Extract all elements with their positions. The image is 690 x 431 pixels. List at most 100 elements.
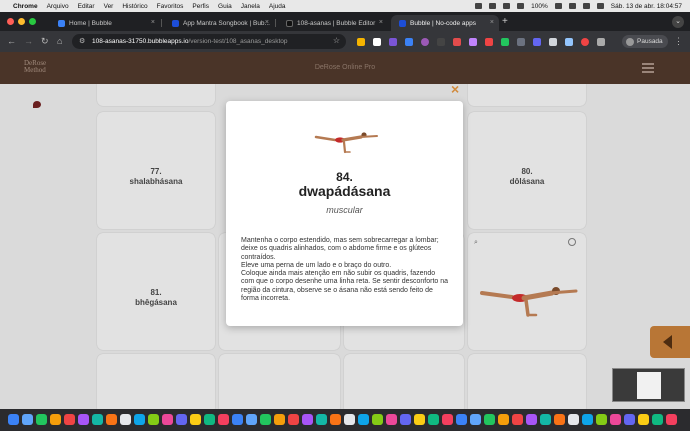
dock-app-icon[interactable]: [50, 414, 61, 425]
home-icon[interactable]: ⌂: [57, 36, 62, 46]
menu-item-janela[interactable]: Janela: [241, 3, 260, 10]
dock-app-icon[interactable]: [148, 414, 159, 425]
dock-app-icon[interactable]: [470, 414, 481, 425]
menu-item-guia[interactable]: Guia: [218, 3, 232, 10]
dock-app-icon[interactable]: [400, 414, 411, 425]
extension-icon[interactable]: [485, 38, 493, 46]
new-tab-button[interactable]: +: [502, 16, 508, 27]
dock-app-icon[interactable]: [120, 414, 131, 425]
dock-app-icon[interactable]: [428, 414, 439, 425]
tab-mantra-songbook[interactable]: App Mantra Songbook | Bub... ×: [164, 15, 274, 31]
back-icon[interactable]: ←: [7, 36, 16, 46]
dock-app-icon[interactable]: [582, 414, 593, 425]
dock-app-icon[interactable]: [64, 414, 75, 425]
wifi-icon[interactable]: [568, 3, 576, 9]
dock-app-icon[interactable]: [414, 414, 425, 425]
dock-app-icon[interactable]: [610, 414, 621, 425]
extension-icon[interactable]: [389, 38, 397, 46]
extensions-puzzle-icon[interactable]: [597, 38, 605, 46]
dock-app-icon[interactable]: [638, 414, 649, 425]
extension-icon[interactable]: [549, 38, 557, 46]
dock-app-icon[interactable]: [358, 414, 369, 425]
dock-app-icon[interactable]: [568, 414, 579, 425]
dock-app-icon[interactable]: [92, 414, 103, 425]
dock-app-icon[interactable]: [666, 414, 677, 425]
extension-icon[interactable]: [405, 38, 413, 46]
asana-card-80[interactable]: 80. dôlásana: [468, 112, 586, 229]
bookmark-star-icon[interactable]: ☆: [333, 36, 340, 45]
dock-app-icon[interactable]: [218, 414, 229, 425]
asana-card-81[interactable]: 81. bhêgásana: [97, 233, 215, 350]
bluetooth-icon[interactable]: [517, 3, 525, 9]
dock-app-icon[interactable]: [8, 414, 19, 425]
asana-card[interactable]: [468, 84, 586, 106]
close-modal-button[interactable]: ×: [451, 82, 459, 96]
extension-icon[interactable]: [469, 38, 477, 46]
site-info-icon[interactable]: ⚙: [79, 37, 85, 45]
dock-app-icon[interactable]: [442, 414, 453, 425]
clock[interactable]: Sáb. 13 de abr. 18:04:57: [611, 3, 682, 10]
dock-app-icon[interactable]: [36, 414, 47, 425]
address-bar[interactable]: ⚙ 108-asanas-31750.bubbleapps.io/version…: [72, 34, 346, 49]
menu-item-ajuda[interactable]: Ajuda: [269, 3, 286, 10]
dock-app-icon[interactable]: [302, 414, 313, 425]
zoom-icon[interactable]: ⌕: [474, 239, 478, 247]
menu-app-name[interactable]: Chrome: [13, 3, 38, 10]
dock-app-icon[interactable]: [204, 414, 215, 425]
dock-app-icon[interactable]: [134, 414, 145, 425]
menu-item-historico[interactable]: Histórico: [122, 3, 147, 10]
dock-app-icon[interactable]: [372, 414, 383, 425]
extension-icon[interactable]: [357, 38, 365, 46]
asana-card[interactable]: [344, 354, 464, 409]
dock-app-icon[interactable]: [274, 414, 285, 425]
dock-app-icon[interactable]: [624, 414, 635, 425]
extension-icon[interactable]: [501, 38, 509, 46]
dock-app-icon[interactable]: [190, 414, 201, 425]
extension-icon[interactable]: [453, 38, 461, 46]
extension-icon[interactable]: [421, 38, 429, 46]
menu-item-arquivo[interactable]: Arquivo: [47, 3, 69, 10]
chrome-menu-icon[interactable]: ⋮: [674, 36, 683, 47]
search-icon[interactable]: [582, 3, 590, 9]
tab-search-button[interactable]: ⌄: [672, 16, 684, 28]
asana-card[interactable]: [97, 84, 215, 106]
control-center-icon[interactable]: [596, 3, 604, 9]
dock-app-icon[interactable]: [344, 414, 355, 425]
dock-app-icon[interactable]: [176, 414, 187, 425]
dock-app-icon[interactable]: [526, 414, 537, 425]
forward-icon[interactable]: →: [24, 36, 33, 46]
asana-card[interactable]: [97, 354, 215, 409]
dock-app-icon[interactable]: [554, 414, 565, 425]
extension-icon[interactable]: [517, 38, 525, 46]
menu-item-editar[interactable]: Editar: [78, 3, 95, 10]
asana-card-84[interactable]: [468, 233, 586, 350]
dock-app-icon[interactable]: [246, 414, 257, 425]
dock-app-icon[interactable]: [260, 414, 271, 425]
side-arrow-button[interactable]: [650, 326, 690, 358]
dock-app-icon[interactable]: [316, 414, 327, 425]
hamburger-menu-icon[interactable]: [642, 63, 654, 75]
tab-home-bubble[interactable]: Home | Bubble ×: [50, 15, 160, 31]
dock-app-icon[interactable]: [330, 414, 341, 425]
battery-icon[interactable]: [554, 3, 562, 9]
dock-app-icon[interactable]: [232, 414, 243, 425]
tab-bubble-editor[interactable]: 108-asanas | Bubble Editor ×: [278, 15, 388, 31]
close-tab-icon[interactable]: ×: [379, 19, 383, 26]
asana-card[interactable]: [219, 354, 340, 409]
dock-app-icon[interactable]: [162, 414, 173, 425]
close-window-button[interactable]: [7, 18, 14, 25]
asana-card-77[interactable]: 77. shalabhásana: [97, 112, 215, 229]
extension-icon[interactable]: [581, 38, 589, 46]
extension-icon[interactable]: [565, 38, 573, 46]
menu-item-ver[interactable]: Ver: [104, 3, 114, 10]
close-tab-icon[interactable]: ×: [490, 19, 494, 26]
dock-app-icon[interactable]: [652, 414, 663, 425]
download-icon[interactable]: [568, 238, 576, 246]
menu-item-favoritos[interactable]: Favoritos: [157, 3, 184, 10]
dock-app-icon[interactable]: [512, 414, 523, 425]
status-icon[interactable]: [489, 3, 497, 9]
status-icon[interactable]: [475, 3, 483, 9]
extension-icon[interactable]: [437, 38, 445, 46]
dock-app-icon[interactable]: [456, 414, 467, 425]
dock-app-icon[interactable]: [22, 414, 33, 425]
